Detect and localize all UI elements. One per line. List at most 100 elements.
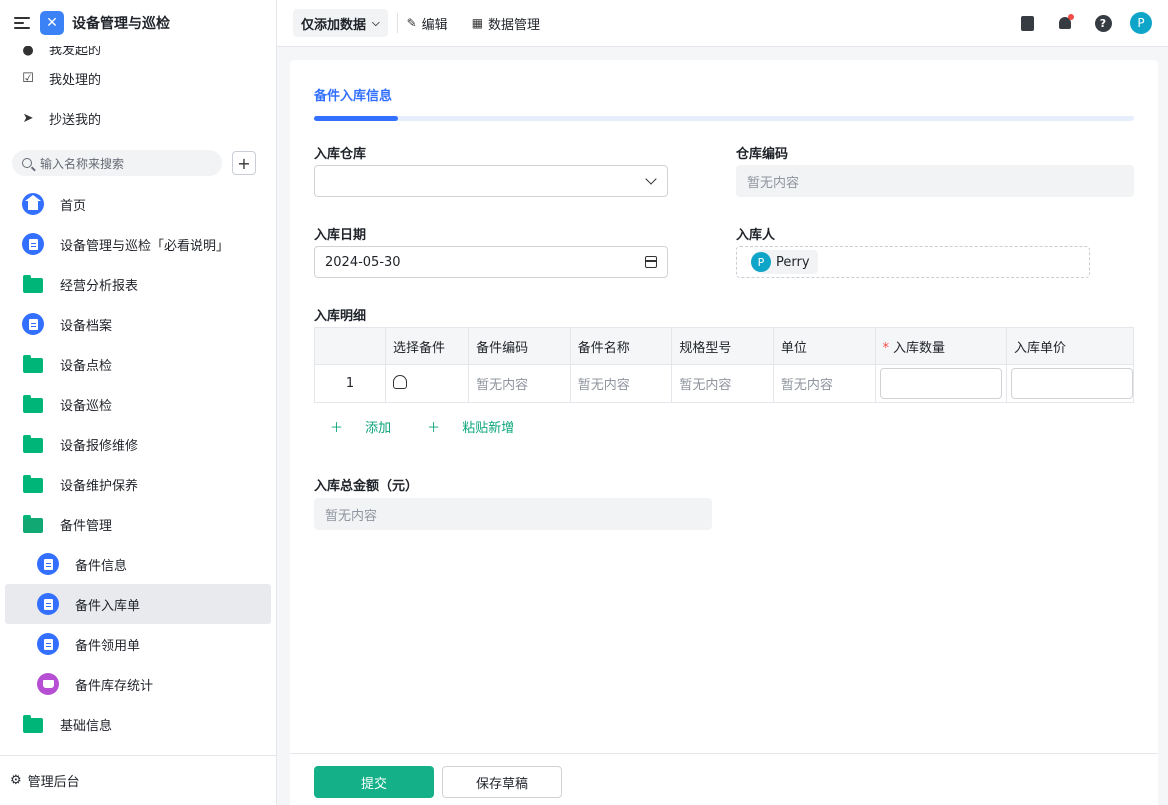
menu-icon[interactable]: [14, 17, 30, 29]
date-label: 入库日期: [314, 228, 367, 243]
sidebar-item-label: 设备档案: [60, 318, 113, 334]
folder-icon: [22, 273, 44, 295]
sidebar-item-basic-info[interactable]: 基础信息: [5, 704, 271, 744]
sidebar-item-spot-check[interactable]: 设备点检: [5, 344, 271, 384]
document-icon: [22, 313, 44, 335]
table-header-row: 选择备件 备件编码 备件名称 规格型号 单位 * 入库数量 入库单价: [314, 327, 1134, 365]
sidebar-item-label: 设备维护保养: [60, 478, 139, 494]
column-header: 规格型号: [671, 327, 774, 365]
column-header-label: 入库数量: [893, 340, 946, 356]
mode-dropdown[interactable]: 仅添加数据 ⌵: [293, 9, 388, 37]
sidebar-item-label: 设备点检: [60, 358, 113, 374]
submit-button[interactable]: 提交: [314, 766, 434, 798]
search-row: 输入名称来搜索 +: [12, 150, 256, 176]
quantity-input[interactable]: [879, 368, 1002, 399]
search-input[interactable]: 输入名称来搜索: [12, 150, 222, 176]
sidebar-item-home[interactable]: 首页: [5, 184, 271, 224]
tab-indicator: [314, 116, 1134, 121]
date-field[interactable]: 2024-05-30: [314, 246, 668, 278]
add-row-label: 添加: [365, 421, 392, 436]
section-tabs: 备件入库信息: [314, 85, 1134, 121]
sidebar-item-guide[interactable]: 设备管理与巡检「必看说明」: [5, 224, 271, 264]
select-spare-cell[interactable]: [385, 364, 470, 402]
column-header: 备件名称: [569, 327, 673, 365]
sidebar-item-equipment-archive[interactable]: 设备档案: [5, 304, 271, 344]
paste-add-label: 粘贴新增: [462, 421, 515, 436]
add-row-button[interactable]: ＋ 添加: [330, 417, 409, 436]
quantity-cell: [874, 364, 1007, 402]
pencil-icon: ✎: [406, 16, 417, 30]
sidebar-item-reports[interactable]: 经营分析报表: [5, 264, 271, 304]
sidebar-item-label: 备件入库单: [75, 598, 141, 614]
save-draft-button[interactable]: 保存草稿: [442, 766, 562, 798]
date-value: 2024-05-30: [325, 254, 401, 270]
admin-console-link[interactable]: ⚙ 管理后台: [0, 755, 276, 805]
folder-icon: [22, 433, 44, 455]
tab-spare-inbound-info[interactable]: 备件入库信息: [314, 85, 392, 116]
sidebar-item-label: 我发起的: [49, 46, 102, 58]
add-button[interactable]: +: [232, 151, 256, 175]
sidebar-item-spare-usage[interactable]: 备件领用单: [5, 624, 271, 664]
folder-icon: [22, 393, 44, 415]
sidebar-item-spare-info[interactable]: 备件信息: [5, 544, 271, 584]
help-icon[interactable]: ?: [1092, 12, 1114, 34]
folder-icon: [22, 473, 44, 495]
paste-add-button[interactable]: ＋ 粘贴新增: [427, 417, 532, 436]
database-icon[interactable]: [393, 374, 408, 389]
dashboard-icon: [37, 673, 59, 695]
data-manage-label: 数据管理: [488, 17, 541, 33]
sidebar: ✕ 设备管理与巡检 ● 我发起的 ☑ 我处理的 ➤ 抄送我的 输入名称来搜索 +…: [0, 0, 277, 805]
sidebar-item-label: 我处理的: [49, 72, 102, 88]
plus-icon: ＋: [427, 421, 445, 436]
warehouse-code-field: 暂无内容: [736, 165, 1134, 197]
bell-icon[interactable]: [1054, 12, 1076, 34]
spare-code-cell: 暂无内容: [468, 364, 571, 402]
sidebar-header: ✕ 设备管理与巡检: [0, 0, 276, 46]
avatar: P: [751, 252, 771, 272]
document-icon: [37, 633, 59, 655]
sidebar-item-label: 经营分析报表: [60, 278, 139, 294]
sidebar-item-spare-stock[interactable]: 备件库存统计: [5, 664, 271, 704]
warehouse-select[interactable]: [314, 165, 668, 197]
row-index: 1: [314, 364, 387, 402]
unit-price-input[interactable]: [1010, 368, 1133, 399]
spare-name-cell: 暂无内容: [569, 364, 673, 402]
warehouse-code-value: 暂无内容: [747, 175, 800, 191]
warehouse-label: 入库仓库: [314, 147, 367, 162]
sidebar-item-repair[interactable]: 设备报修维修: [5, 424, 271, 464]
edit-label: 编辑: [421, 17, 448, 33]
sidebar-item-initiated[interactable]: ● 我发起的: [0, 46, 276, 58]
person-field[interactable]: P Perry: [736, 246, 1090, 278]
column-header: 单位: [772, 327, 876, 365]
data-manage-button[interactable]: ▦ 数据管理: [472, 14, 540, 33]
folder-open-icon: [22, 513, 44, 535]
required-asterisk: *: [882, 340, 890, 356]
checkbox-icon: ☑: [22, 70, 34, 86]
person-tag[interactable]: P Perry: [751, 250, 818, 274]
column-header: [314, 327, 387, 365]
table-icon: ▦: [471, 16, 484, 30]
sidebar-item-processed[interactable]: ☑ 我处理的: [0, 58, 276, 98]
sidebar-item-patrol[interactable]: 设备巡检: [5, 384, 271, 424]
gear-icon: ⚙: [10, 773, 22, 788]
total-amount-field: 暂无内容: [314, 498, 712, 530]
app-title: 设备管理与巡检: [72, 16, 170, 32]
detail-table-wrapper: 选择备件 备件编码 备件名称 规格型号 单位 * 入库数量 入库单价 1 暂无内容…: [314, 327, 1134, 403]
chevron-down-icon: ⌵: [372, 17, 380, 29]
table-actions: ＋ 添加 ＋ 粘贴新增: [330, 417, 550, 436]
person-name: Perry: [776, 254, 810, 270]
sidebar-item-spare-inbound[interactable]: 备件入库单: [5, 584, 271, 624]
topbar-actions: ? P: [1000, 12, 1152, 34]
person-label: 入库人: [736, 228, 776, 243]
home-icon: [22, 193, 44, 215]
sidebar-item-cc[interactable]: ➤ 抄送我的: [0, 98, 276, 138]
sidebar-item-label: 首页: [60, 198, 87, 214]
sidebar-item-maintenance[interactable]: 设备维护保养: [5, 464, 271, 504]
sidebar-item-spare-parts[interactable]: 备件管理: [5, 504, 271, 544]
sidebar-item-label: 设备管理与巡检「必看说明」: [60, 238, 230, 254]
edit-button[interactable]: ✎ 编辑: [407, 14, 448, 33]
sidebar-item-label: 备件领用单: [75, 638, 141, 654]
user-avatar[interactable]: P: [1130, 12, 1152, 34]
book-icon[interactable]: [1016, 12, 1038, 34]
document-icon: [37, 593, 59, 615]
